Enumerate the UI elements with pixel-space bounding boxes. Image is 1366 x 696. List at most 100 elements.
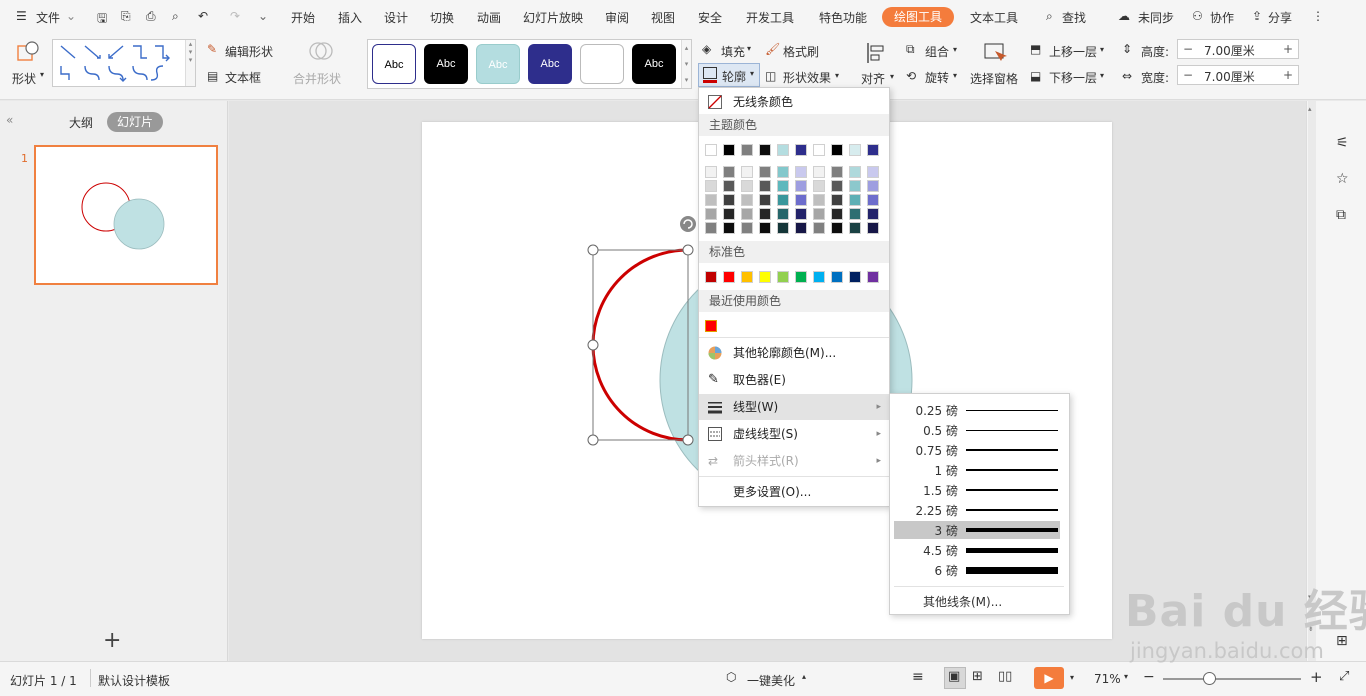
outline-button[interactable]: 轮廓 ▾: [698, 63, 760, 87]
color-swatch[interactable]: [795, 144, 807, 156]
color-swatch[interactable]: [723, 144, 735, 156]
color-swatch[interactable]: [795, 180, 807, 192]
color-swatch[interactable]: [741, 180, 753, 192]
add-slide-button[interactable]: +: [103, 628, 121, 653]
chevron-down-icon[interactable]: ▾: [1100, 45, 1104, 54]
more-outline-colors[interactable]: 其他轮廓颜色(M)...: [699, 340, 889, 366]
search-icon[interactable]: ⌕: [1046, 9, 1053, 24]
tab-drawing-tools[interactable]: 绘图工具: [882, 7, 954, 27]
line-weight-option[interactable]: 0.5 磅: [894, 421, 1060, 439]
export-icon[interactable]: ⎘: [121, 9, 131, 24]
zoom-slider[interactable]: [1163, 678, 1301, 680]
group-button[interactable]: 组合: [925, 43, 949, 60]
format-painter-button[interactable]: 格式刷: [783, 43, 819, 60]
line-weight-option[interactable]: 6 磅: [894, 561, 1060, 579]
color-swatch[interactable]: [813, 194, 825, 206]
color-swatch[interactable]: [777, 144, 789, 156]
color-swatch[interactable]: [813, 271, 825, 283]
share-button[interactable]: 分享: [1268, 9, 1292, 26]
selection-pane-button[interactable]: 选择窗格: [970, 70, 1018, 87]
color-swatch[interactable]: [831, 208, 843, 220]
shape-style-gallery[interactable]: Abc Abc Abc Abc Abc ▴ ▾ ▾: [367, 39, 692, 89]
rotate-button[interactable]: 旋转: [925, 69, 949, 86]
chevron-down-icon[interactable]: ▾: [1070, 673, 1074, 682]
color-swatch[interactable]: [795, 208, 807, 220]
line-weight-option[interactable]: 1 磅: [894, 461, 1060, 479]
tab-developer[interactable]: 开发工具: [746, 9, 794, 26]
customize-icon[interactable]: ⌄: [258, 9, 268, 23]
send-backward-button[interactable]: 下移一层: [1049, 69, 1097, 86]
style-swatch[interactable]: [580, 44, 624, 84]
more-icon[interactable]: ⋮: [1312, 9, 1324, 23]
merge-shape-button[interactable]: 合并形状: [293, 70, 341, 87]
template-name[interactable]: 默认设计模板: [98, 672, 170, 689]
color-swatch[interactable]: [705, 320, 717, 332]
search-button[interactable]: 查找: [1062, 9, 1086, 26]
tab-features[interactable]: 特色功能: [819, 9, 867, 26]
color-swatch[interactable]: [723, 166, 735, 178]
color-swatch[interactable]: [741, 166, 753, 178]
color-swatch[interactable]: [759, 194, 771, 206]
color-swatch[interactable]: [849, 144, 861, 156]
color-swatch[interactable]: [867, 271, 879, 283]
zoom-out-button[interactable]: −: [1143, 669, 1155, 685]
align-button[interactable]: 对齐: [861, 70, 885, 87]
color-swatch[interactable]: [723, 271, 735, 283]
line-type[interactable]: 线型(W) ▸: [699, 394, 889, 420]
reading-view-icon[interactable]: ▯▯: [998, 669, 1012, 684]
resize-handle[interactable]: [682, 434, 694, 446]
resize-handle[interactable]: [587, 244, 599, 256]
color-swatch[interactable]: [813, 208, 825, 220]
color-swatch[interactable]: [813, 166, 825, 178]
rotate-handle[interactable]: [680, 216, 696, 232]
color-swatch[interactable]: [741, 208, 753, 220]
sync-status[interactable]: 未同步: [1138, 9, 1174, 26]
zoom-in-button[interactable]: +: [1310, 668, 1323, 686]
tab-insert[interactable]: 插入: [338, 9, 362, 26]
line-weight-option[interactable]: 4.5 磅: [894, 541, 1060, 559]
tab-view[interactable]: 视图: [651, 9, 675, 26]
eyedropper[interactable]: ✎ 取色器(E): [699, 367, 889, 393]
color-swatch[interactable]: [741, 271, 753, 283]
style-swatch[interactable]: Abc: [528, 44, 572, 84]
slide-thumbnail[interactable]: [34, 145, 218, 285]
tab-review[interactable]: 审阅: [605, 9, 629, 26]
file-menu[interactable]: 文件: [36, 9, 60, 26]
properties-icon[interactable]: ⚟: [1336, 135, 1349, 151]
color-swatch[interactable]: [795, 222, 807, 234]
color-swatch[interactable]: [849, 180, 861, 192]
style-swatch[interactable]: Abc: [632, 44, 676, 84]
resize-handle[interactable]: [587, 434, 599, 446]
color-swatch[interactable]: [759, 222, 771, 234]
color-swatch[interactable]: [867, 194, 879, 206]
color-swatch[interactable]: [777, 180, 789, 192]
chevron-down-icon[interactable]: ▾: [40, 70, 44, 79]
tab-slides[interactable]: 幻灯片: [107, 112, 163, 132]
chevron-down-icon[interactable]: ▾: [953, 45, 957, 54]
increase-button[interactable]: +: [1278, 40, 1298, 58]
width-input[interactable]: − 7.00厘米 +: [1177, 65, 1299, 85]
chevron-down-icon[interactable]: ▾: [1100, 71, 1104, 80]
print-icon[interactable]: ⎙: [146, 9, 156, 24]
tab-text-tools[interactable]: 文本工具: [970, 9, 1018, 26]
gallery-scroll[interactable]: ▴ ▾ ▾: [185, 40, 195, 86]
height-input[interactable]: − 7.00厘米 +: [1177, 39, 1299, 59]
fit-window-icon[interactable]: ⤢: [1339, 669, 1349, 684]
beautify-button[interactable]: 一键美化: [747, 672, 795, 689]
collab-button[interactable]: 协作: [1210, 9, 1234, 26]
color-swatch[interactable]: [705, 271, 717, 283]
color-swatch[interactable]: [813, 180, 825, 192]
animation-icon[interactable]: ☆: [1336, 171, 1349, 187]
color-swatch[interactable]: [777, 166, 789, 178]
color-swatch[interactable]: [813, 222, 825, 234]
decrease-button[interactable]: −: [1178, 40, 1198, 58]
style-swatch[interactable]: Abc: [372, 44, 416, 84]
color-swatch[interactable]: [831, 194, 843, 206]
color-swatch[interactable]: [867, 180, 879, 192]
style-swatch[interactable]: Abc: [424, 44, 468, 84]
color-swatch[interactable]: [741, 222, 753, 234]
color-swatch[interactable]: [831, 222, 843, 234]
line-weight-option[interactable]: 0.25 磅: [894, 401, 1060, 419]
color-swatch[interactable]: [831, 166, 843, 178]
textbox-button[interactable]: 文本框: [225, 69, 261, 86]
